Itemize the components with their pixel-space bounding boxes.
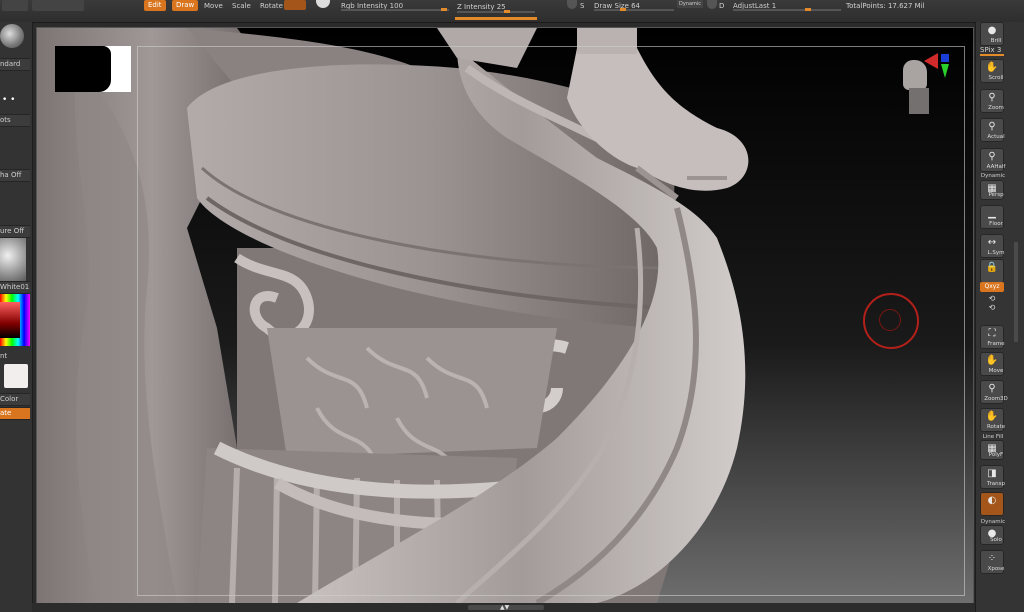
d-key-label: D (719, 2, 725, 10)
z-axis-marker (941, 54, 949, 62)
frame-button[interactable]: ⛶ Frame (980, 325, 1005, 349)
hand-icon: ✋ (985, 62, 999, 73)
zoom3d-button[interactable]: ⚲ Zoom3D (980, 380, 1008, 404)
toolbar-button-left-2[interactable] (32, 0, 84, 11)
bpr-button[interactable]: ● Brill (980, 22, 1004, 46)
dynamic-persp-label: Dynamic (980, 173, 1006, 179)
z-intensity-track[interactable] (457, 11, 535, 13)
polyf-button[interactable]: ▦ PolyF (980, 440, 1004, 460)
rotate-button[interactable]: Rotate (260, 0, 283, 12)
ghost-icon: ◐ (987, 495, 997, 506)
aahalf-button[interactable]: ⚲ AAHalf (980, 148, 1005, 172)
bottom-tray-arrow-icon[interactable]: ▲▼ (500, 604, 509, 611)
aahalf-icon: ⚲ (988, 151, 996, 162)
move-hand-icon: ✋ (985, 355, 999, 366)
adjust-last-knob[interactable] (805, 8, 811, 11)
bottom-tray: ▲▼ (32, 603, 975, 612)
lsym-button[interactable]: ↔ L.Sym (980, 234, 1004, 258)
s-key-label: S (580, 2, 585, 10)
material-thumbnail[interactable] (0, 238, 26, 282)
alpha-off-label[interactable]: ha Off (0, 169, 30, 182)
zoom3d-icon: ⚲ (988, 383, 996, 394)
brush-cursor-ring (863, 293, 919, 349)
xpose-icon: ⁘ (987, 553, 997, 564)
draw-button[interactable]: Draw (172, 0, 199, 11)
draw-size-knob[interactable] (620, 8, 626, 11)
ghost-button[interactable]: ◐ (980, 492, 1004, 516)
brush-name-label[interactable]: ndard (0, 58, 30, 71)
floor-icon: ▁ (988, 208, 996, 219)
right-shelf: ● Brill SPix 3 ✋ Scroll ⚲ Zoom ⚲ Actual ⚲ AAH… (975, 22, 1024, 612)
draw-size-track[interactable] (594, 9, 674, 11)
navigator-thumbnail[interactable] (55, 46, 131, 92)
spix-slider[interactable] (980, 54, 1004, 56)
rotate-color-button[interactable]: ate (0, 407, 30, 420)
frame-icon: ⛶ (988, 328, 996, 339)
s-key-icon (567, 0, 577, 9)
floor-button[interactable]: ▁ Floor (980, 205, 1004, 229)
xyz-rotate-button[interactable]: Qxyz (980, 282, 1004, 292)
color-picker-sv[interactable] (0, 302, 20, 338)
z-intensity-knob[interactable] (504, 10, 510, 13)
adjust-last-track[interactable] (733, 9, 841, 11)
lock-icon: 🔒 (985, 262, 999, 273)
rgb-sphere-icon (316, 0, 330, 8)
top-toolbar: Edit Draw Move Scale Rotate Rgb Intensit… (0, 0, 1024, 23)
navigator-silhouette (55, 46, 111, 92)
rotate-hand-icon: ✋ (985, 411, 999, 422)
scale-button[interactable]: Scale (232, 0, 251, 12)
sphere-mode-button[interactable] (284, 0, 306, 10)
zoom-button[interactable]: ⚲ Zoom (980, 89, 1004, 113)
rgb-intensity-track[interactable] (341, 9, 449, 11)
sphere-icon: ● (987, 25, 997, 36)
lock-button[interactable]: 🔒 (980, 259, 1004, 283)
material-name-label[interactable]: White01 (0, 281, 30, 294)
stroke-dots-icon[interactable]: • • (2, 96, 26, 106)
rotate-mode-icons[interactable]: ⟲ ⟲ (984, 294, 1000, 314)
magnifier-icon: ⚲ (988, 92, 996, 103)
d-key-icon (707, 0, 717, 9)
dynamic-toggle[interactable]: Dynamic (677, 0, 704, 8)
toolbar-button-left[interactable] (2, 0, 28, 11)
sculpt-render[interactable] (37, 28, 973, 603)
texture-off-label[interactable]: ure Off (0, 225, 30, 238)
y-axis-arrow (941, 64, 949, 78)
actual-icon: ⚲ (988, 121, 996, 132)
xpose-button[interactable]: ⁘ Xpose (980, 550, 1004, 574)
switch-color-label[interactable]: Color (0, 393, 30, 406)
solo-button[interactable]: ● Solo (980, 525, 1004, 545)
z-intensity-active-bar (455, 17, 537, 20)
scroll-button[interactable]: ✋ Scroll (980, 59, 1004, 83)
rgb-intensity-knob[interactable] (441, 8, 447, 11)
shelf-scrollbar[interactable] (1014, 242, 1018, 342)
left-tray: ndard • • ots ha Off ure Off White01 nt … (0, 22, 33, 612)
orientation-head-icon[interactable] (899, 60, 933, 118)
canvas-viewport[interactable] (36, 27, 974, 604)
color-picker-hue[interactable] (0, 294, 30, 346)
move-view-button[interactable]: ✋ Move (980, 352, 1004, 376)
intensity-label: nt (0, 352, 8, 360)
transparency-icon: ◨ (987, 468, 997, 479)
symmetry-icon: ↔ (987, 237, 997, 248)
stroke-type-label[interactable]: ots (0, 114, 30, 127)
main-color-swatch[interactable] (4, 364, 28, 388)
total-points-readout: TotalPoints: 17.627 Mil (846, 2, 925, 10)
actual-button[interactable]: ⚲ Actual (980, 118, 1005, 142)
persp-button[interactable]: ▦ Persp (980, 180, 1004, 200)
move-button[interactable]: Move (204, 0, 223, 12)
rotate-view-button[interactable]: ✋ Rotate (980, 408, 1005, 432)
transp-button[interactable]: ◨ Transp (980, 465, 1005, 489)
brush-thumbnail[interactable] (0, 24, 24, 48)
edit-button[interactable]: Edit (144, 0, 166, 11)
